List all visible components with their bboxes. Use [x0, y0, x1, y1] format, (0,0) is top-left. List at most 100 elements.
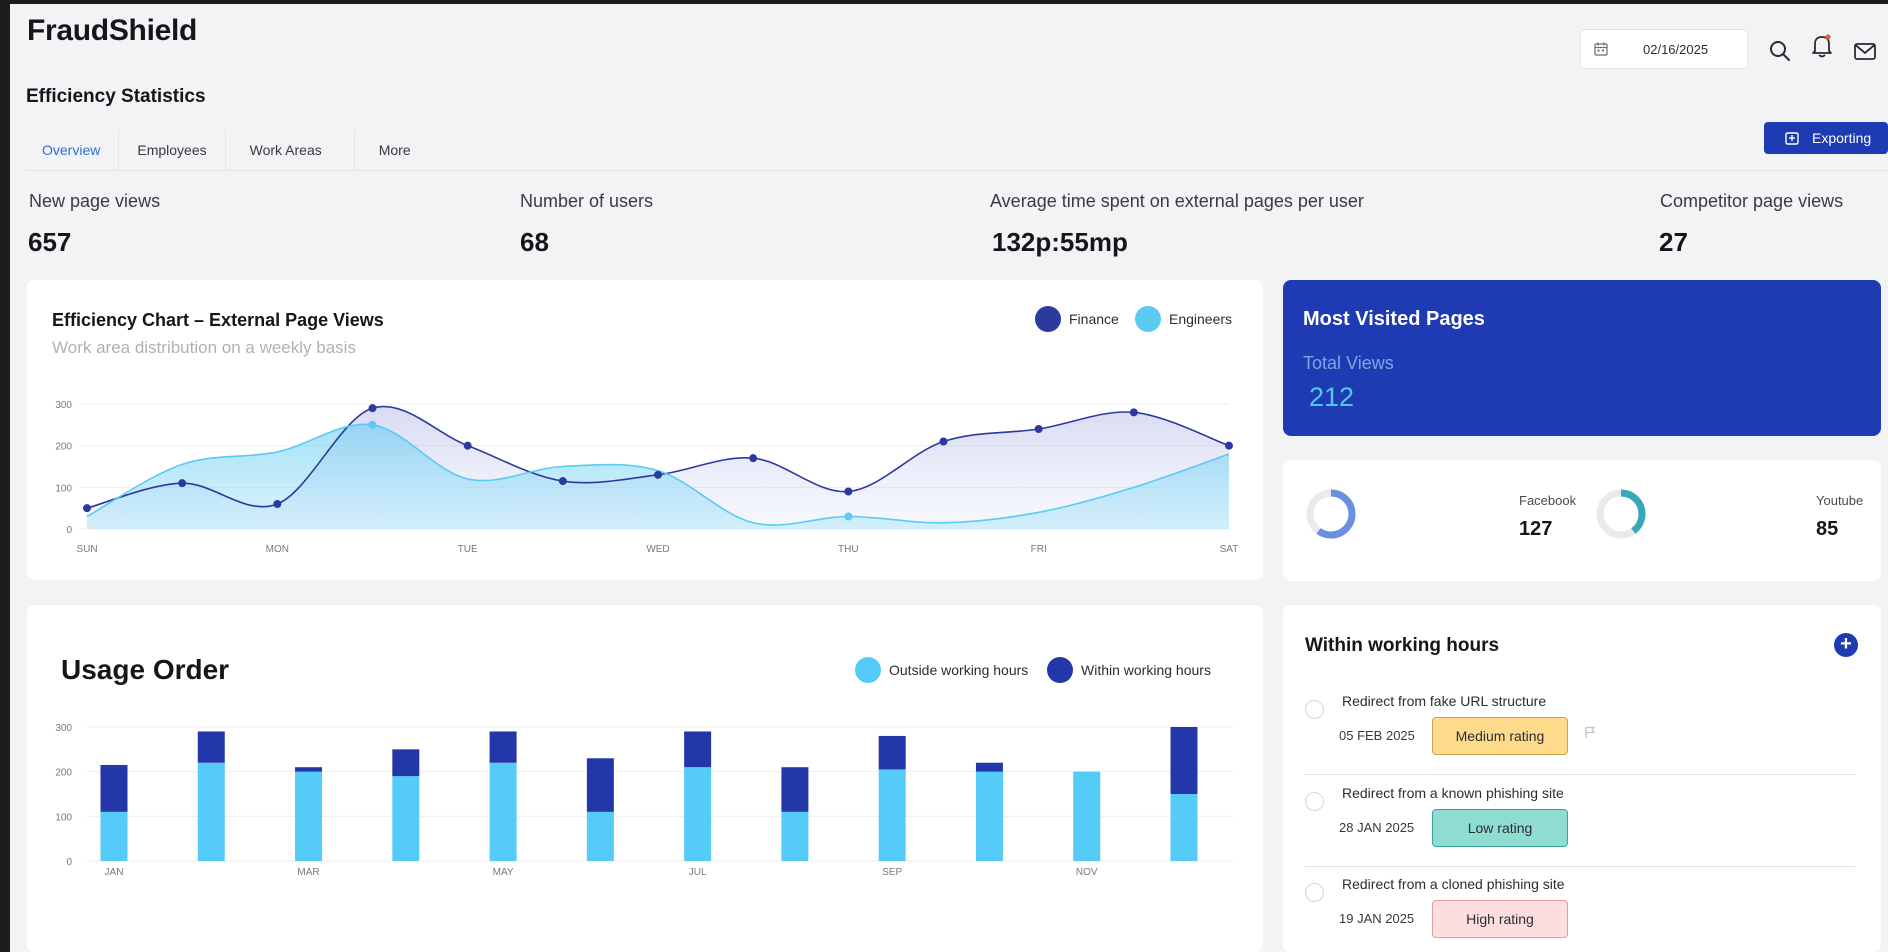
total-views-label: Total Views: [1303, 353, 1394, 373]
most-visited-card: Most Visited Pages Total Views 212: [1283, 280, 1881, 436]
y-tick-label: 0: [66, 525, 72, 536]
calendar-icon: [1593, 41, 1609, 57]
platform-views-card: Facebook 127 Youtube 85: [1283, 460, 1881, 581]
y-tick-label: 100: [55, 812, 72, 823]
x-tick-label: JAN: [105, 867, 124, 878]
item-title: Redirect from a cloned phishing site: [1342, 876, 1565, 892]
data-point-finance: [178, 479, 187, 488]
item-radio[interactable]: [1305, 700, 1324, 719]
line-chart: 0 100 200 300 SUN MON TUE WED THU FRI SAT: [55, 400, 1239, 555]
app-window: FraudShield 02/16/2025 Efficiency Statis…: [10, 4, 1888, 952]
bar-outside-hours: [489, 762, 517, 861]
item-date: 19 JAN 2025: [1339, 911, 1415, 926]
list-item[interactable]: Redirect from a known phishing site 28 J…: [1305, 777, 1855, 867]
bar-chart: 0 100 200 300 JAN MAR MAY JUL SEP NOV: [55, 723, 1233, 878]
data-point-engineers: [368, 420, 377, 429]
bar-within-hours: [100, 764, 128, 812]
stat-label-average-time: Average time spent on external pages per…: [990, 191, 1364, 211]
facebook-value: 127: [1519, 518, 1553, 540]
mail-icon[interactable]: [1852, 38, 1878, 64]
bar-outside-hours: [975, 771, 1003, 861]
y-tick-label: 0: [66, 857, 72, 868]
bar-within-hours: [781, 767, 809, 812]
x-tick-label: MAY: [493, 867, 514, 878]
item-radio[interactable]: [1305, 883, 1324, 902]
x-tick-label: SUN: [76, 544, 97, 555]
list-item[interactable]: Redirect from fake URL structure 05 FEB …: [1305, 685, 1855, 775]
facebook-label: Facebook: [1519, 493, 1577, 508]
flag-icon[interactable]: [1583, 725, 1597, 739]
data-point-finance: [844, 487, 853, 496]
y-tick-label: 200: [55, 442, 72, 453]
export-button[interactable]: Exporting: [1764, 122, 1888, 154]
tab-work-areas[interactable]: Work Areas: [226, 130, 355, 170]
y-tick-label: 300: [55, 723, 72, 734]
search-icon[interactable]: [1767, 38, 1793, 64]
y-tick-label: 200: [55, 768, 72, 779]
youtube-label: Youtube: [1816, 493, 1864, 508]
date-picker[interactable]: 02/16/2025: [1580, 29, 1748, 69]
tab-divider: [26, 170, 1888, 171]
y-tick-label: 100: [55, 483, 72, 494]
data-point-finance: [1129, 408, 1138, 417]
stat-label-new-page-views: New page views: [29, 191, 161, 211]
working-hours-card: Within working hours + Redirect from fak…: [1283, 605, 1881, 952]
export-label: Exporting: [1812, 130, 1872, 146]
list-item[interactable]: Redirect from a cloned phishing site 19 …: [1305, 868, 1855, 952]
bar-within-hours: [197, 731, 225, 763]
efficiency-chart-card: Efficiency Chart – External Page Views W…: [27, 280, 1263, 580]
stat-value-competitor-views: 27: [1659, 227, 1688, 257]
tab-employees[interactable]: Employees: [119, 130, 226, 170]
data-point-finance: [273, 500, 282, 508]
bar-outside-hours: [392, 776, 420, 861]
y-tick-label: 300: [55, 400, 72, 411]
tab-overview[interactable]: Overview: [26, 130, 120, 170]
bell-icon[interactable]: [1809, 33, 1835, 59]
data-point-engineers: [844, 512, 853, 521]
stat-label-competitor-views: Competitor page views: [1660, 191, 1844, 211]
data-point-finance: [558, 477, 567, 486]
total-views-value: 212: [1309, 382, 1355, 412]
usage-order-card: Usage Order Outside working hours Within…: [27, 605, 1263, 952]
x-tick-label: TUE: [458, 544, 478, 555]
bar-outside-hours: [295, 771, 323, 861]
data-point-finance: [83, 504, 91, 513]
stat-value-average-time: 132p:55mp: [992, 227, 1128, 257]
page-title: Efficiency Statistics: [26, 86, 206, 107]
bar-within-hours: [1170, 727, 1198, 794]
bar-outside-hours: [100, 811, 128, 861]
app-logo: FraudShield: [27, 14, 198, 47]
bar-outside-hours: [1073, 771, 1101, 861]
x-tick-label: THU: [838, 544, 859, 555]
add-button[interactable]: +: [1834, 633, 1858, 657]
bar-outside-hours: [197, 762, 225, 861]
data-point-finance: [368, 404, 377, 413]
x-tick-label: MON: [266, 544, 289, 555]
item-title: Redirect from a known phishing site: [1342, 785, 1564, 801]
youtube-donut: [1596, 489, 1646, 539]
working-hours-title: Within working hours: [1305, 635, 1500, 656]
bar-outside-hours: [586, 811, 614, 861]
item-date: 05 FEB 2025: [1339, 728, 1415, 743]
bar-within-hours: [489, 731, 517, 763]
date-value: 02/16/2025: [1643, 42, 1709, 57]
bar-within-hours: [586, 758, 614, 812]
tab-more[interactable]: More: [355, 130, 429, 170]
low-rating-badge: Low rating: [1432, 809, 1568, 847]
medium-rating-badge: Medium rating: [1432, 717, 1568, 755]
data-point-finance: [749, 454, 758, 463]
bar-outside-hours: [781, 811, 809, 861]
stat-label-number-of-users: Number of users: [520, 191, 654, 211]
data-point-finance: [654, 470, 662, 479]
bar-within-hours: [975, 762, 1003, 772]
x-tick-label: MAR: [297, 867, 319, 878]
youtube-value: 85: [1816, 518, 1839, 540]
export-icon: [1784, 130, 1800, 146]
most-visited-title: Most Visited Pages: [1303, 308, 1485, 330]
stat-value-new-page-views: 657: [28, 227, 72, 257]
data-point-finance: [1034, 425, 1043, 433]
bar-within-hours: [878, 735, 906, 770]
x-tick-label: SAT: [1220, 544, 1239, 555]
bar-within-hours: [295, 767, 323, 772]
item-radio[interactable]: [1305, 792, 1324, 811]
